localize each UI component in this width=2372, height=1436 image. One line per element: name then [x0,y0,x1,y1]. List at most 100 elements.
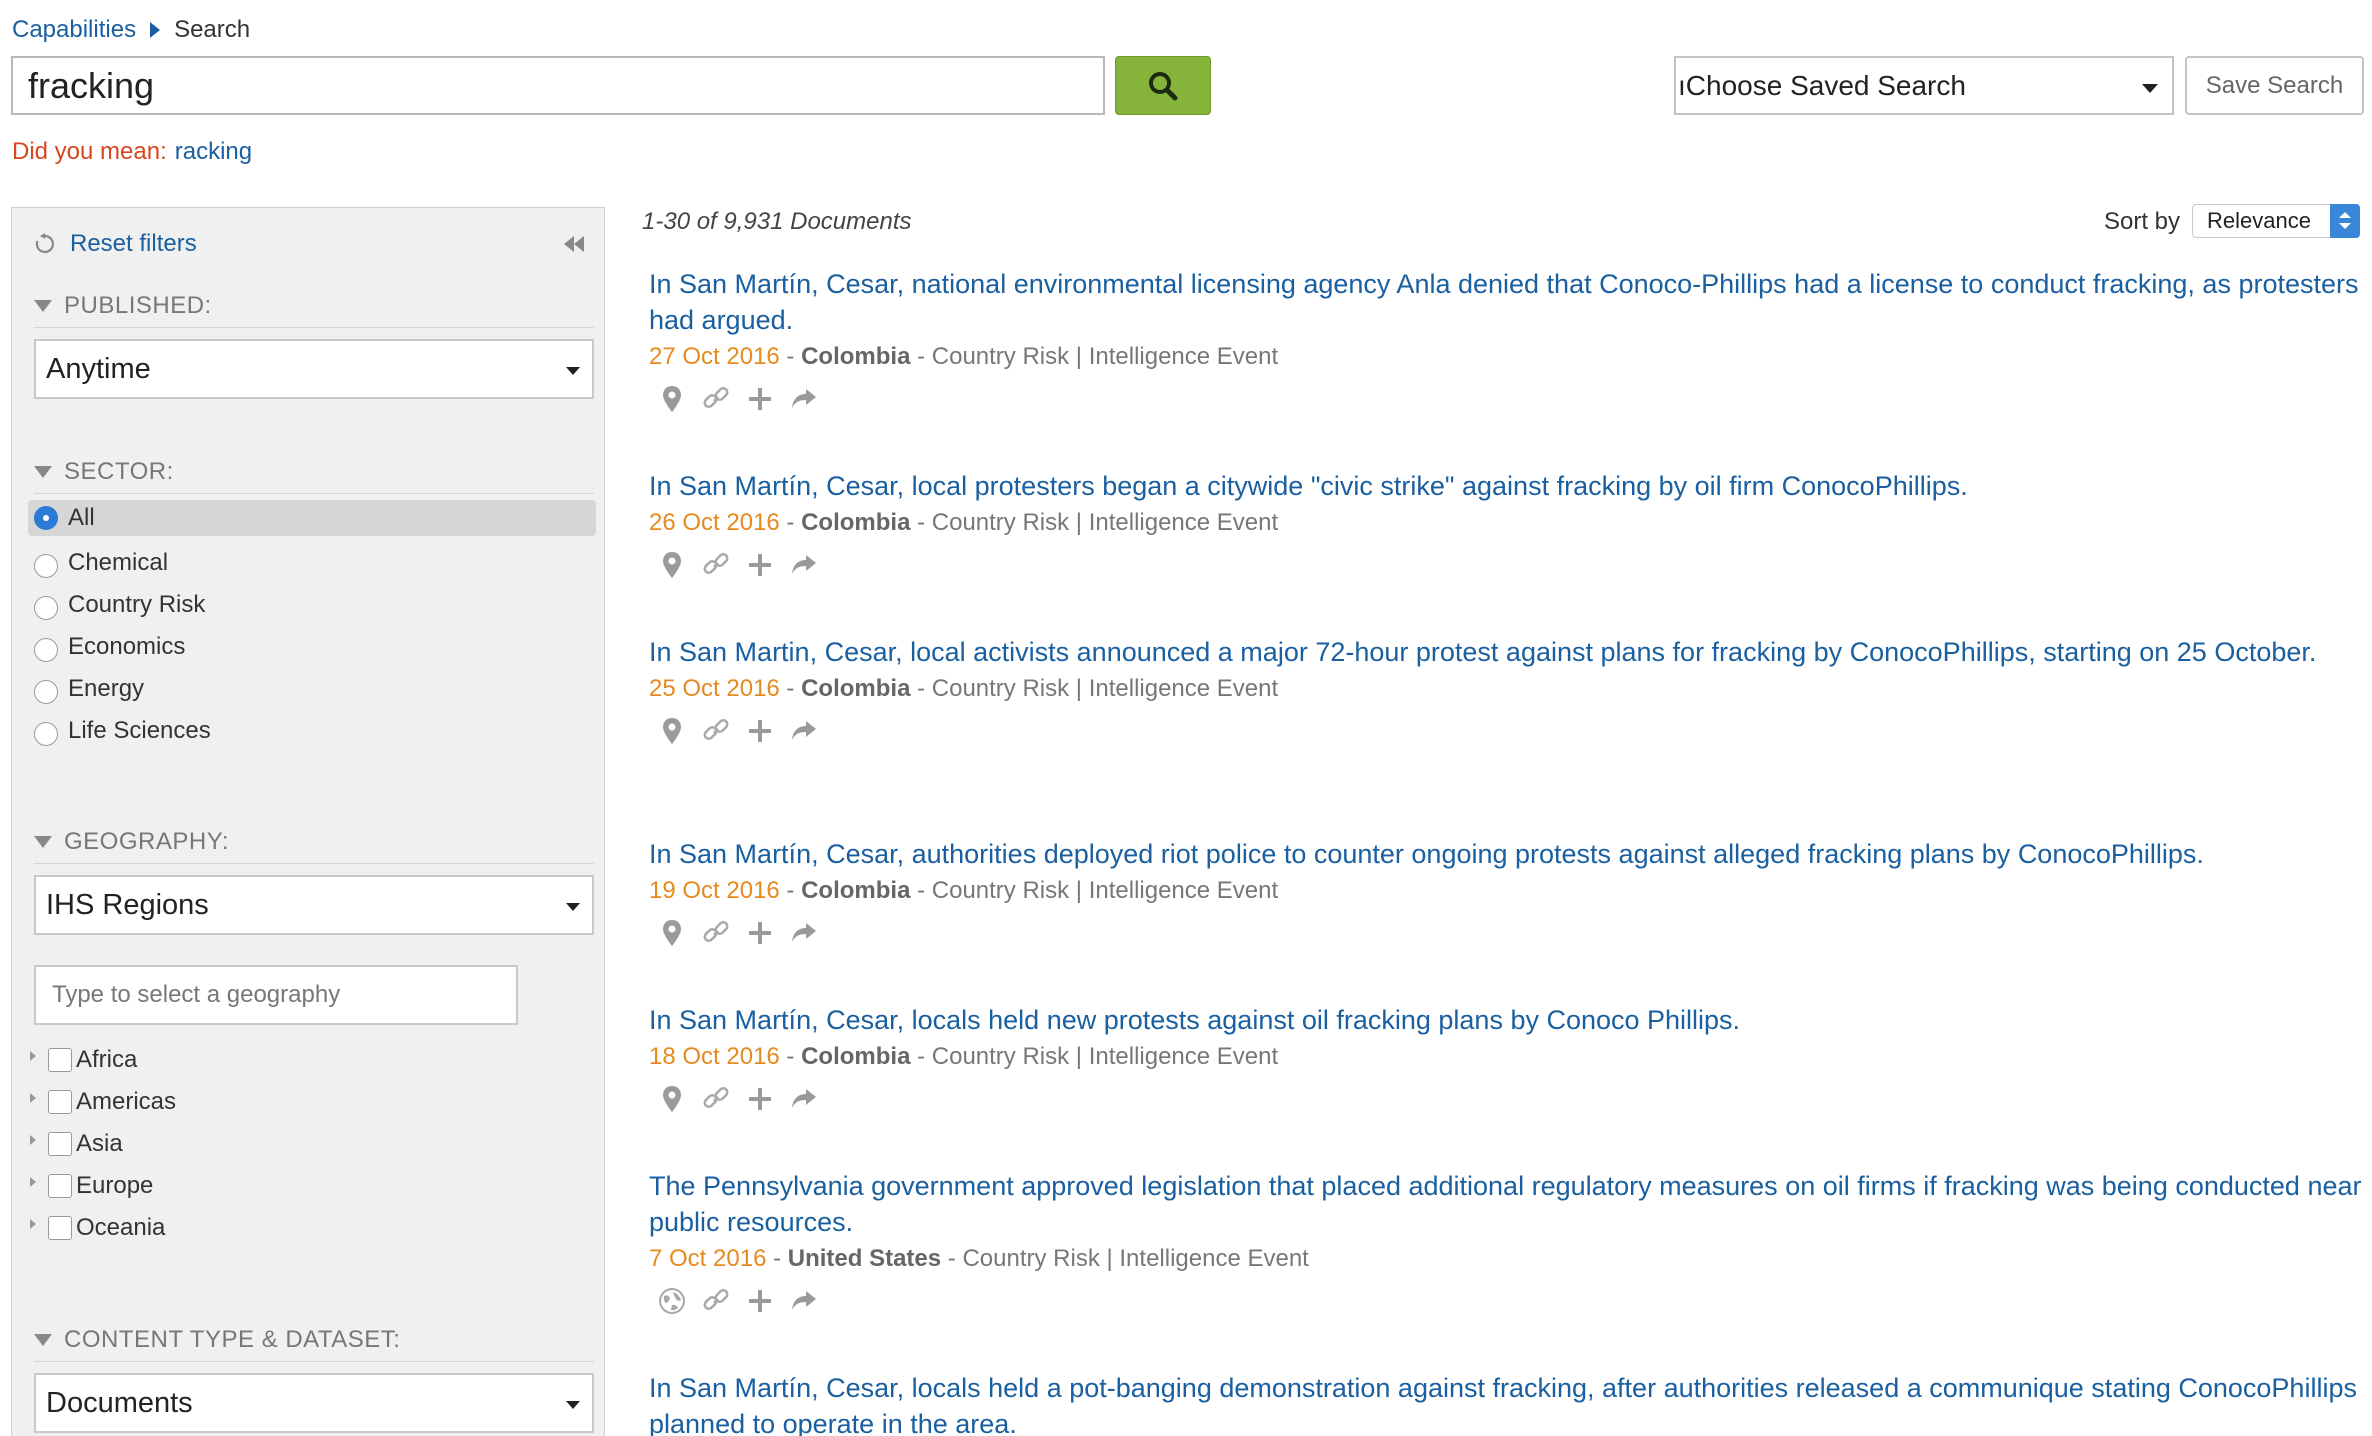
geography-input[interactable] [34,965,518,1025]
result-date: 25 Oct 2016 [649,675,780,702]
breadcrumb: Capabilities Search [12,16,250,44]
radio-button[interactable] [34,680,58,704]
result-date: 19 Oct 2016 [649,877,780,904]
map-pin-icon[interactable] [657,550,687,580]
chevron-down-icon [566,1401,580,1409]
add-icon[interactable] [745,716,775,746]
divider [34,863,594,864]
chevron-down-icon [2142,84,2158,93]
sector-option-label: Country Risk [68,591,206,618]
suggestion-link[interactable]: racking [175,138,252,165]
result-title-link[interactable]: In San Martin, Cesar, local activists an… [649,634,2364,670]
sort-label: Sort by [2104,208,2181,235]
result-item: In San Martín, Cesar, locals held a pot-… [649,1370,2364,1436]
region-oceania[interactable]: Oceania [30,1207,590,1249]
result-country: Colombia [801,343,911,370]
geography-heading[interactable]: GEOGRAPHY: [34,828,229,856]
sector-option-all[interactable]: All [28,500,596,536]
share-icon[interactable] [789,384,819,414]
region-asia[interactable]: Asia [30,1123,590,1165]
checkbox[interactable] [48,1216,72,1240]
result-title-link[interactable]: The Pennsylvania government approved leg… [649,1168,2364,1240]
checkbox[interactable] [48,1090,72,1114]
published-heading[interactable]: PUBLISHED: [34,292,212,320]
triangle-down-icon [34,300,52,312]
collapse-sidebar-icon[interactable] [564,236,584,252]
content-type-heading-label: CONTENT TYPE & DATASET: [64,1326,401,1353]
content-type-heading[interactable]: CONTENT TYPE & DATASET: [34,1326,400,1354]
sector-option-country-risk[interactable]: Country Risk [28,584,596,626]
geography-select[interactable]: IHS Regions [34,875,594,935]
reset-filters-link[interactable]: Reset filters [34,230,197,258]
link-icon[interactable] [701,384,731,414]
result-meta: 18 Oct 2016 - Colombia - Country Risk | … [649,1043,1279,1070]
breadcrumb-capabilities-link[interactable]: Capabilities [12,16,136,44]
share-icon[interactable] [789,918,819,948]
add-icon[interactable] [745,384,775,414]
sort-select[interactable]: Relevance [2192,204,2360,238]
sector-radio-list: All Chemical Country Risk Economics Ener… [28,500,596,752]
result-title-link[interactable]: In San Martín, Cesar, locals held new pr… [649,1002,2364,1038]
radio-button[interactable] [34,722,58,746]
map-pin-icon[interactable] [657,1084,687,1114]
saved-search-select[interactable]: ıChoose Saved Search [1674,56,2174,115]
add-icon[interactable] [745,1286,775,1316]
sector-option-economics[interactable]: Economics [28,626,596,668]
add-icon[interactable] [745,918,775,948]
globe-icon[interactable] [657,1286,687,1316]
region-americas[interactable]: Americas [30,1081,590,1123]
share-icon[interactable] [789,550,819,580]
sector-option-energy[interactable]: Energy [28,668,596,710]
result-country: Colombia [801,877,911,904]
add-icon[interactable] [745,1084,775,1114]
breadcrumb-separator-icon [150,22,161,38]
expand-arrow-icon[interactable] [30,1219,36,1229]
reset-filters-label: Reset filters [70,230,197,257]
result-item: In San Martin, Cesar, local activists an… [649,634,2364,746]
link-icon[interactable] [701,550,731,580]
expand-arrow-icon[interactable] [30,1051,36,1061]
radio-button[interactable] [34,596,58,620]
result-category: Country Risk | Intelligence Event [931,675,1279,702]
result-title-link[interactable]: In San Martín, Cesar, local protesters b… [649,468,2364,504]
radio-button[interactable] [34,506,58,530]
sector-heading[interactable]: SECTOR: [34,458,174,486]
geography-select-value: IHS Regions [46,888,209,921]
result-title-link[interactable]: In San Martín, Cesar, authorities deploy… [649,836,2364,872]
result-title-link[interactable]: In San Martín, Cesar, national environme… [649,266,2364,338]
region-label: Africa [76,1046,138,1073]
published-heading-label: PUBLISHED: [64,292,212,319]
share-icon[interactable] [789,1084,819,1114]
region-africa[interactable]: Africa [30,1039,590,1081]
radio-button[interactable] [34,638,58,662]
link-icon[interactable] [701,716,731,746]
map-pin-icon[interactable] [657,918,687,948]
share-icon[interactable] [789,1286,819,1316]
expand-arrow-icon[interactable] [30,1135,36,1145]
search-input[interactable] [11,56,1105,115]
share-icon[interactable] [789,716,819,746]
divider [34,327,594,328]
link-icon[interactable] [701,1286,731,1316]
link-icon[interactable] [701,918,731,948]
link-icon[interactable] [701,1084,731,1114]
checkbox[interactable] [48,1132,72,1156]
map-pin-icon[interactable] [657,716,687,746]
search-button[interactable] [1115,56,1211,115]
checkbox[interactable] [48,1174,72,1198]
save-search-button[interactable]: Save Search [2185,56,2364,115]
map-pin-icon[interactable] [657,384,687,414]
expand-arrow-icon[interactable] [30,1093,36,1103]
result-country: United States [787,1245,942,1272]
checkbox[interactable] [48,1048,72,1072]
result-title-link[interactable]: In San Martín, Cesar, locals held a pot-… [649,1370,2364,1436]
region-europe[interactable]: Europe [30,1165,590,1207]
sector-option-chemical[interactable]: Chemical [28,542,596,584]
sector-option-life-sciences[interactable]: Life Sciences [28,710,596,752]
results-count: 1-30 of 9,931 Documents [642,208,912,235]
published-select[interactable]: Anytime [34,339,594,399]
add-icon[interactable] [745,550,775,580]
content-type-select[interactable]: Documents [34,1373,594,1433]
expand-arrow-icon[interactable] [30,1177,36,1187]
radio-button[interactable] [34,554,58,578]
